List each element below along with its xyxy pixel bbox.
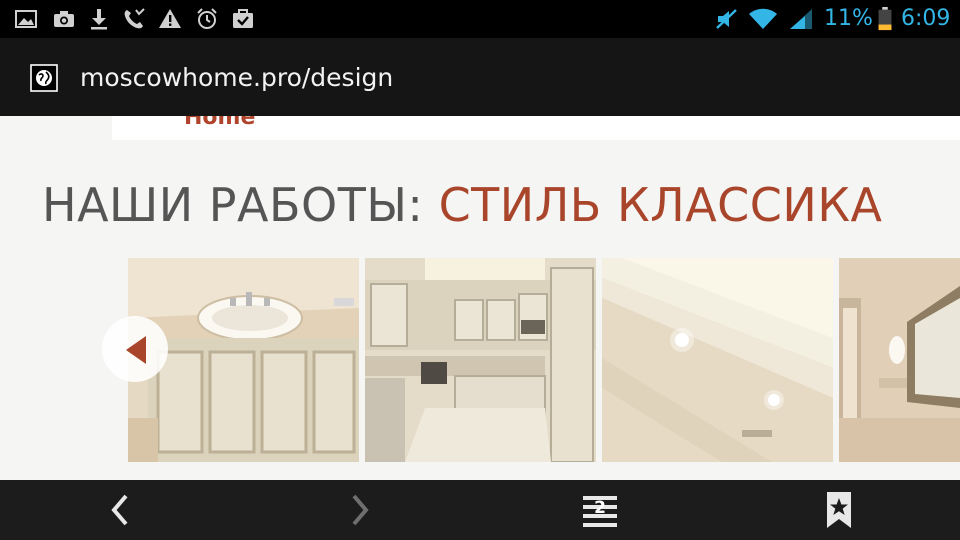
gallery-prev-button[interactable]: [102, 316, 168, 382]
chevron-left-icon: [126, 336, 146, 364]
nav-home-link[interactable]: Home: [184, 116, 255, 130]
page-title-accent: СТИЛЬ КЛАССИКА: [438, 178, 883, 232]
web-page: Home НАШИ РАБОТЫ: СТИЛЬ КЛАССИКА: [0, 116, 960, 480]
tabs-button[interactable]: 2: [578, 488, 622, 532]
page-title-main: НАШИ РАБОТЫ:: [42, 178, 439, 232]
forward-icon: [352, 494, 369, 526]
wifi-icon: [749, 8, 777, 29]
hallway-mirror-photo[interactable]: [839, 258, 960, 462]
clock-time: 6:09: [901, 6, 951, 31]
photo-gallery: [0, 258, 960, 464]
warning-icon: [159, 9, 181, 28]
browser-toolbar: 2: [0, 480, 960, 540]
alarm-clock-icon: [197, 8, 217, 29]
page-title: НАШИ РАБОТЫ: СТИЛЬ КЛАССИКА: [42, 172, 882, 238]
back-icon: [111, 494, 128, 526]
battery-icon: [878, 7, 892, 31]
kitchen-photo[interactable]: [365, 258, 596, 462]
download-icon: [91, 9, 107, 30]
bookmark-icon: [827, 492, 851, 528]
missed-call-icon: [124, 8, 145, 29]
forward-button[interactable]: [338, 488, 382, 532]
task-briefcase-icon: [233, 9, 253, 28]
globe-icon: [30, 64, 58, 92]
mute-icon: [716, 9, 737, 29]
tab-count: 2: [594, 498, 606, 518]
gallery-icon: [15, 10, 37, 28]
bookmark-button[interactable]: [817, 488, 861, 532]
site-nav: Home: [112, 116, 960, 140]
camera-icon: [54, 11, 74, 27]
signal-icon: [790, 9, 812, 29]
url-text[interactable]: moscowhome.pro/design: [80, 60, 393, 96]
back-button[interactable]: [98, 488, 142, 532]
status-bar: 11% 6:09: [0, 0, 960, 38]
battery-percent: 11%: [824, 6, 873, 31]
ceiling-lighting-photo[interactable]: [602, 258, 833, 462]
